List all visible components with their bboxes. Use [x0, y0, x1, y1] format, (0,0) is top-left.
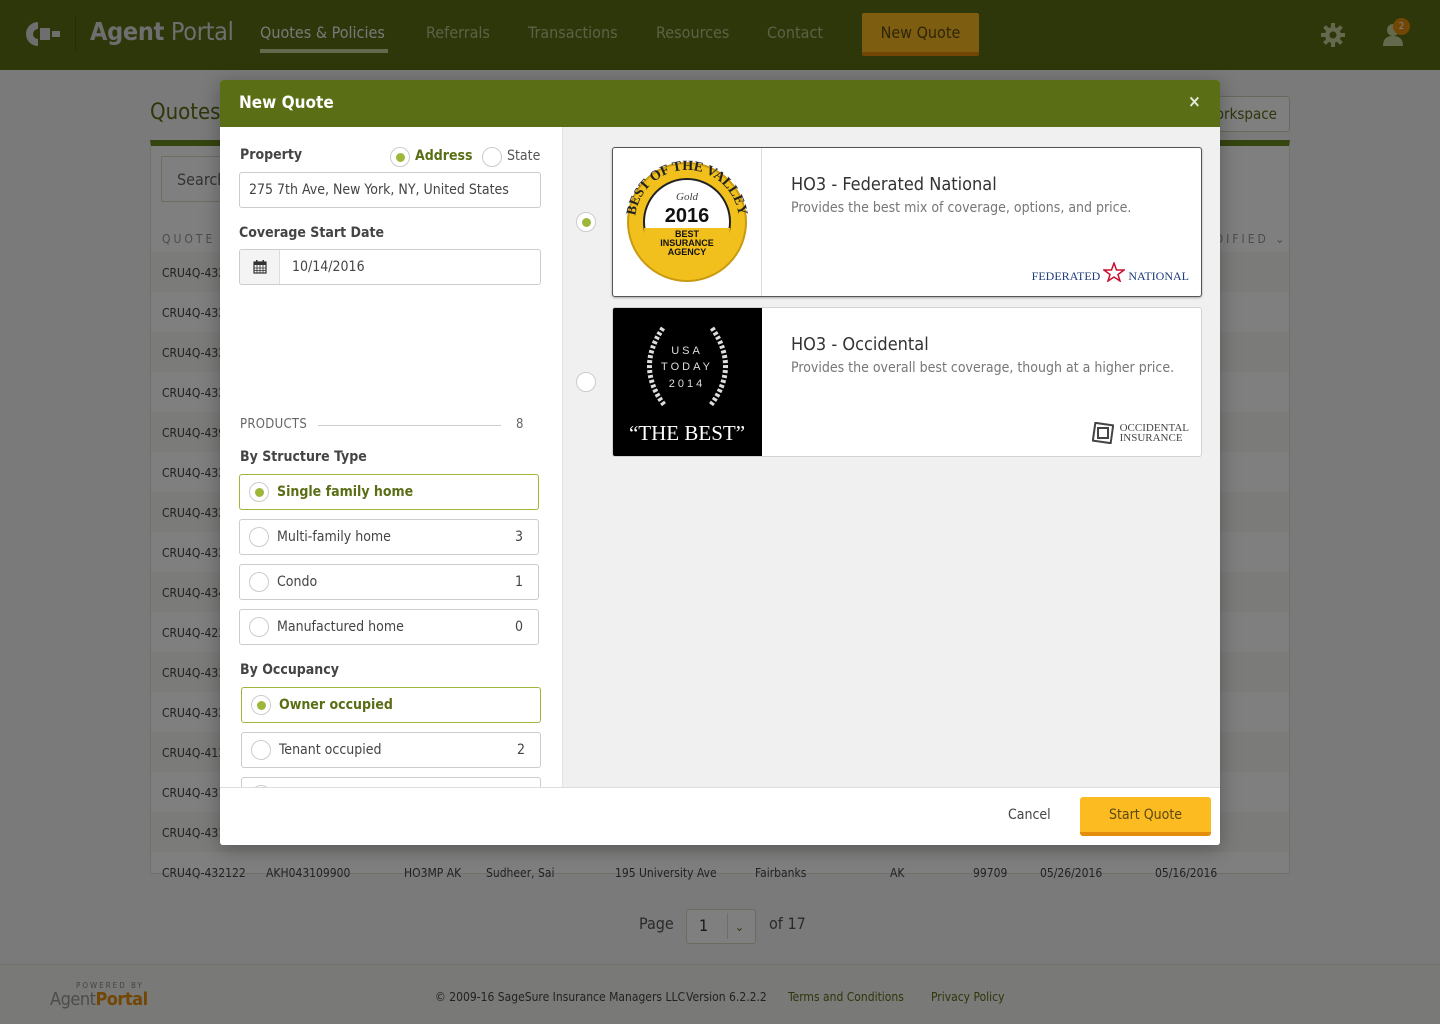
product-title: HO3 - Federated National	[791, 174, 997, 195]
products-label: PRODUCTS	[240, 417, 308, 432]
new-quote-modal: New Quote × Property Address State 275 7…	[220, 80, 1220, 845]
option-count: 3	[514, 529, 523, 545]
star-icon	[1102, 260, 1127, 283]
property-address-input[interactable]: 275 7th Ave, New York, NY, United States	[239, 172, 541, 208]
calendar-icon	[253, 260, 267, 274]
badge-line2: TODAY	[661, 361, 713, 373]
option-label: Multi-family home	[277, 529, 391, 545]
property-label: Property	[240, 147, 303, 163]
filters-panel: Property Address State 275 7th Ave, New …	[220, 127, 563, 813]
occupancy-option[interactable]: Owner occupied	[241, 687, 541, 723]
product-card-occidental[interactable]: USA TODAY 2014 “THE BEST” HO3 - Occident…	[612, 307, 1202, 457]
option-label: Manufactured home	[277, 619, 404, 635]
structure-option[interactable]: Condo 1	[239, 564, 539, 600]
radio-button[interactable]	[249, 617, 269, 637]
products-divider	[318, 425, 501, 426]
radio-button[interactable]	[249, 482, 269, 502]
property-address-value: 275 7th Ave, New York, NY, United States	[249, 182, 509, 198]
laurel-badge-icon: USA TODAY 2014 “THE BEST”	[629, 326, 745, 445]
logo-line2: INSURANCE	[1119, 432, 1183, 444]
occidental-mark-icon	[1091, 422, 1114, 444]
product-card-federated[interactable]: BEST OF THE VALLEY Gold 2016 BEST INSURA…	[612, 147, 1202, 297]
radio-button[interactable]	[251, 695, 271, 715]
best-of-valley-badge: BEST OF THE VALLEY Gold 2016 BEST INSURA…	[613, 148, 762, 296]
badge-year: 2016	[665, 205, 710, 227]
product-radio-occidental[interactable]	[576, 372, 596, 392]
coverage-start-date-input[interactable]: 10/14/2016	[239, 249, 541, 285]
option-label: Condo	[277, 574, 318, 590]
occidental-insurance-logo: OCCIDENTAL INSURANCE	[1091, 422, 1189, 444]
close-icon[interactable]: ×	[1188, 92, 1201, 112]
occupancy-label: By Occupancy	[240, 662, 339, 678]
cancel-button[interactable]: Cancel	[1008, 807, 1051, 823]
option-label: Single family home	[277, 484, 414, 500]
address-radio[interactable]	[390, 147, 410, 167]
option-count: 2	[516, 742, 525, 758]
badge-line1: USA	[671, 345, 703, 357]
products-count: 8	[516, 417, 524, 432]
logo-text-left: FEDERATED	[1031, 269, 1101, 283]
option-count: 0	[514, 619, 523, 635]
structure-option[interactable]: Single family home	[239, 474, 539, 510]
radio-button[interactable]	[249, 527, 269, 547]
modal-footer: Cancel Start Quote	[220, 787, 1220, 845]
award-badge-icon: BEST OF THE VALLEY Gold 2016 BEST INSURA…	[624, 159, 750, 282]
badge-line3: 2014	[669, 378, 705, 390]
modal-header: New Quote ×	[220, 80, 1220, 127]
option-label: Tenant occupied	[279, 742, 382, 758]
calendar-button[interactable]	[240, 250, 280, 284]
products-panel: BEST OF THE VALLEY Gold 2016 BEST INSURA…	[563, 127, 1220, 787]
start-quote-button[interactable]: Start Quote	[1080, 797, 1211, 836]
usa-today-badge: USA TODAY 2014 “THE BEST”	[613, 308, 762, 456]
federated-national-logo: FEDERATED NATIONAL	[1031, 260, 1189, 284]
modal-title: New Quote	[239, 93, 334, 113]
state-radio[interactable]	[482, 147, 502, 167]
radio-button[interactable]	[251, 740, 271, 760]
product-title: HO3 - Occidental	[791, 334, 929, 355]
structure-option[interactable]: Manufactured home 0	[239, 609, 539, 645]
option-label: Owner occupied	[279, 697, 393, 713]
occupancy-option[interactable]: Tenant occupied 2	[241, 732, 541, 768]
badge-tagline: “THE BEST”	[629, 421, 745, 445]
structure-type-label: By Structure Type	[240, 449, 367, 465]
product-description: Provides the overall best coverage, thou…	[791, 360, 1175, 376]
logo-text-right: NATIONAL	[1128, 269, 1189, 283]
radio-button[interactable]	[249, 572, 269, 592]
coverage-start-date-value: 10/14/2016	[292, 259, 365, 275]
product-radio-federated[interactable]	[576, 212, 596, 232]
state-radio-label[interactable]: State	[507, 148, 540, 164]
product-description: Provides the best mix of coverage, optio…	[791, 200, 1132, 216]
badge-tier: Gold	[676, 191, 699, 203]
coverage-start-label: Coverage Start Date	[239, 225, 385, 241]
address-radio-label[interactable]: Address	[415, 148, 473, 164]
option-count: 1	[514, 574, 523, 590]
structure-option[interactable]: Multi-family home 3	[239, 519, 539, 555]
badge-line3: AGENCY	[668, 247, 707, 257]
